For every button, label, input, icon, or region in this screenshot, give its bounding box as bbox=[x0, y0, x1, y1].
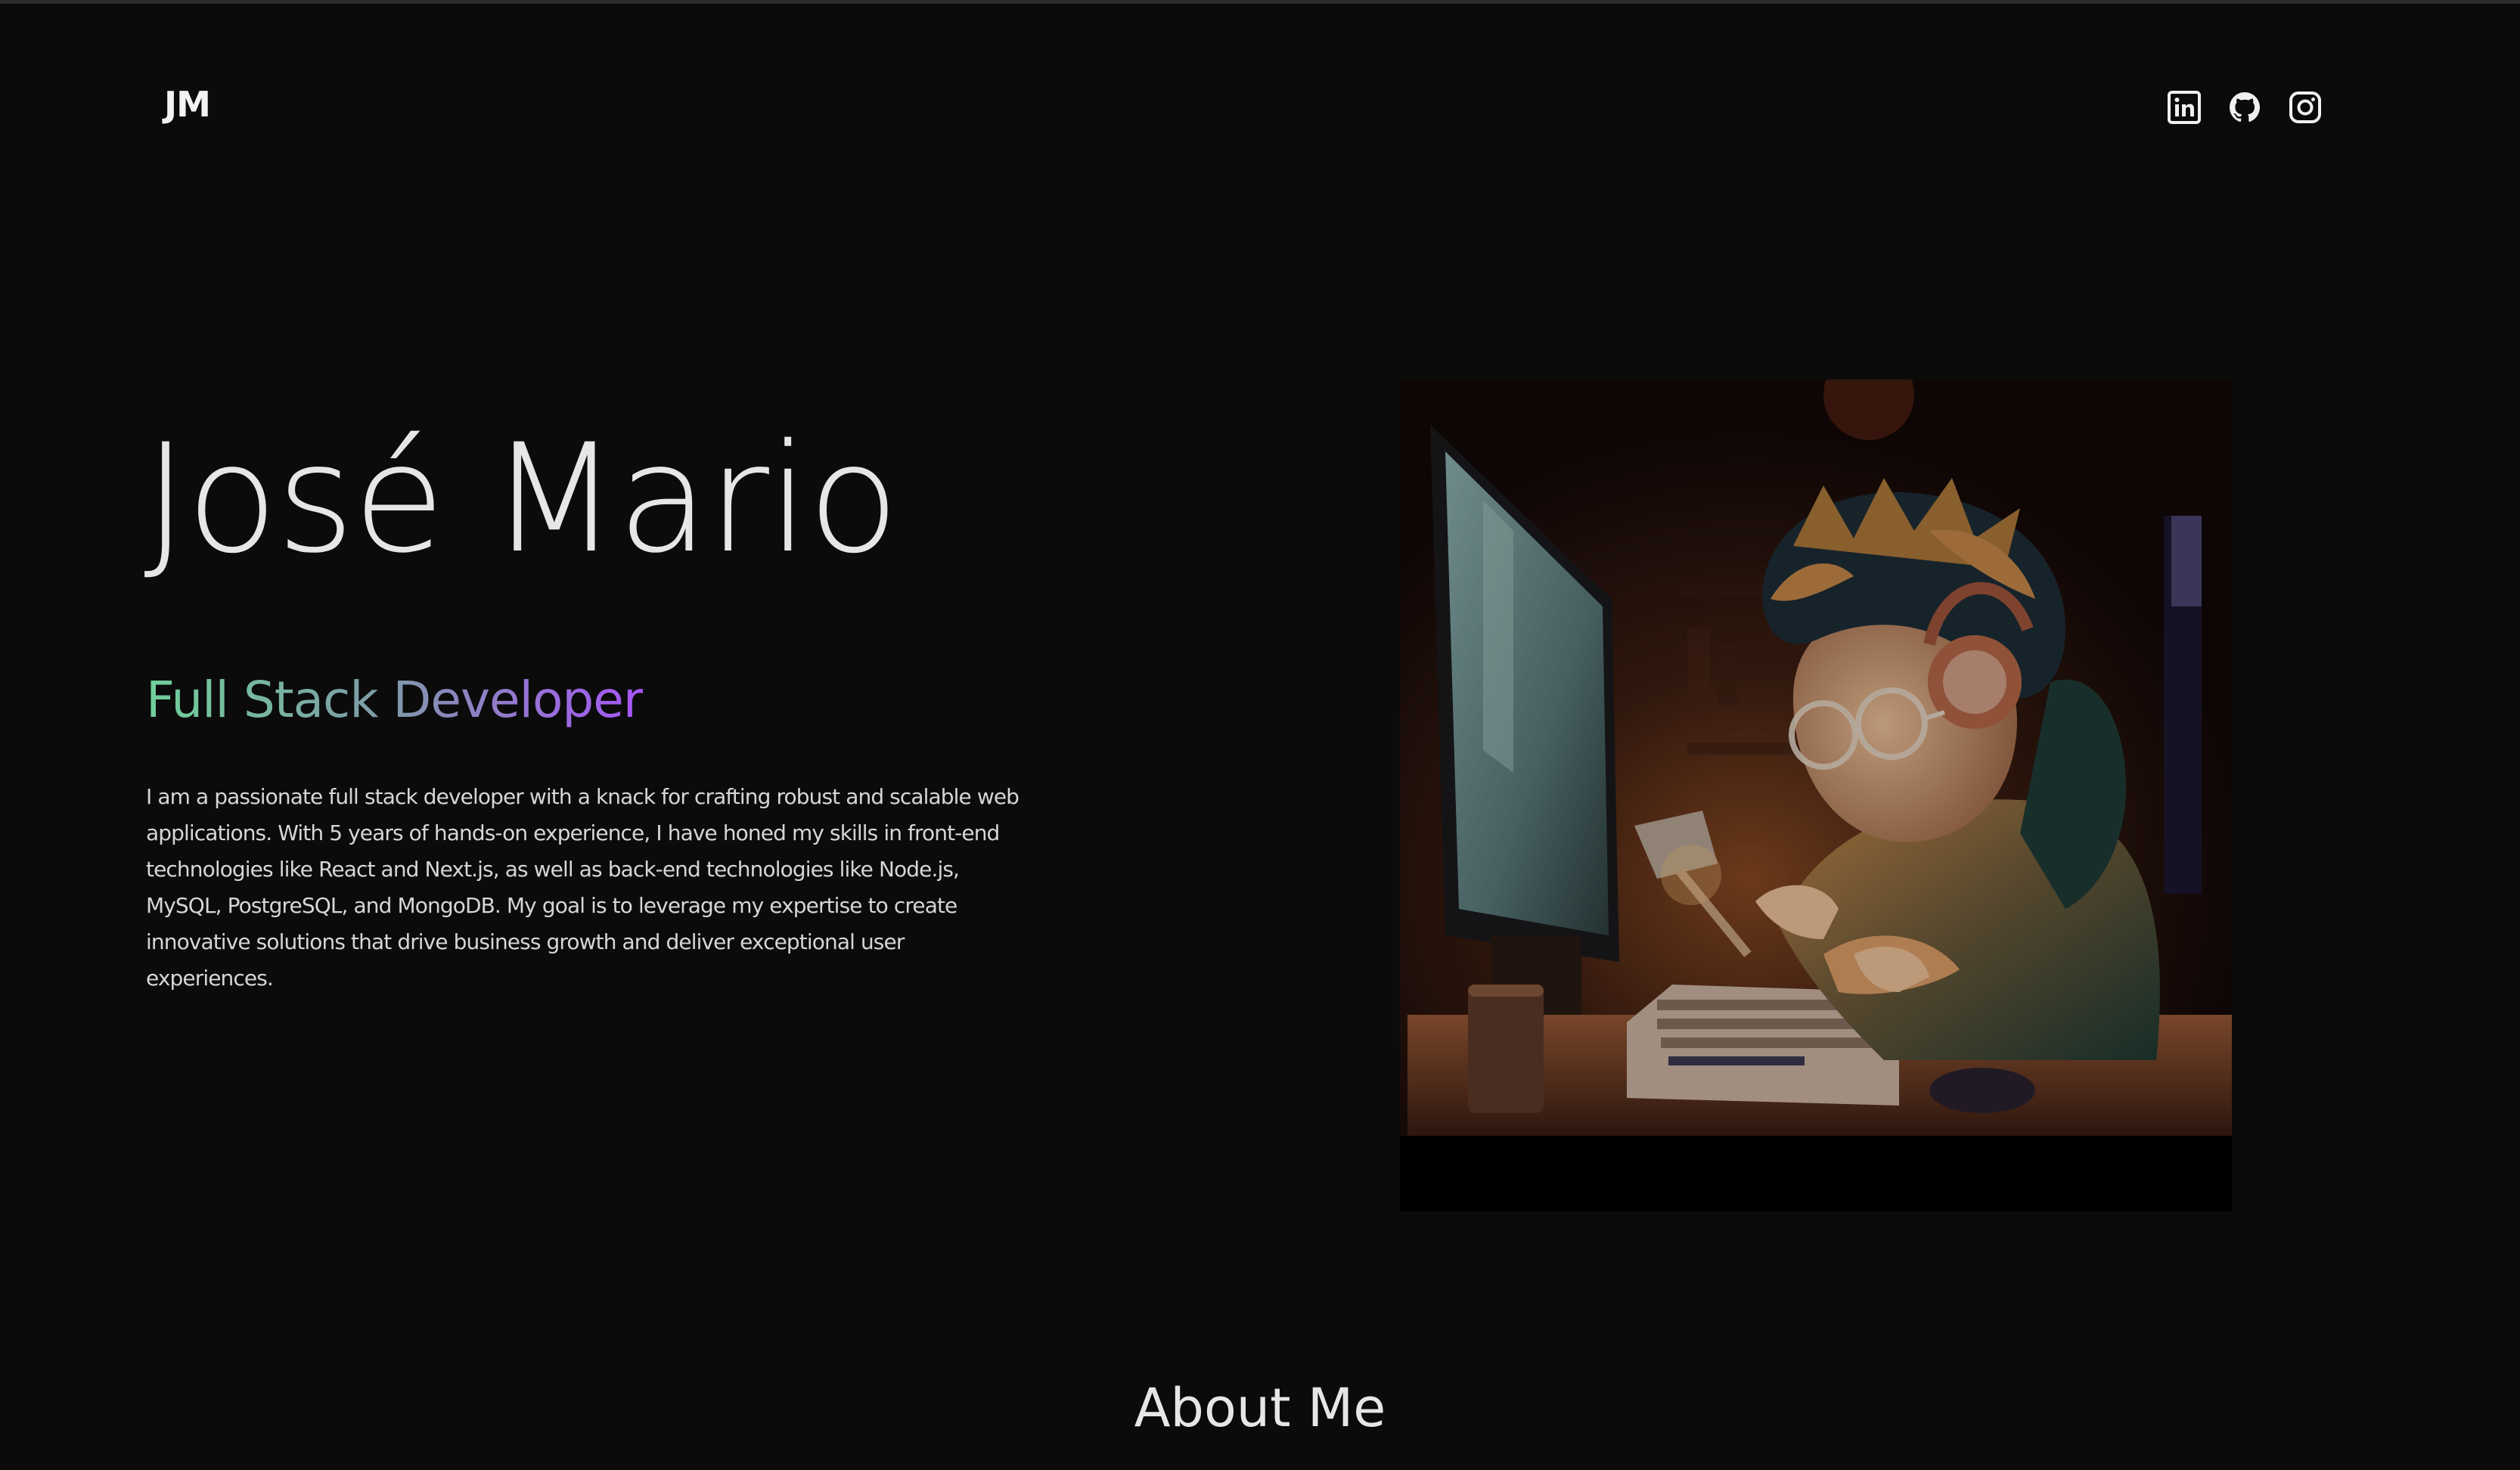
linkedin-link[interactable] bbox=[2165, 88, 2204, 127]
github-icon bbox=[2230, 92, 2260, 122]
hero-name: José Mario bbox=[144, 411, 899, 586]
hero-bio: I am a passionate full stack developer w… bbox=[146, 784, 1019, 991]
window-top-border bbox=[0, 0, 2520, 4]
instagram-link[interactable] bbox=[2286, 88, 2325, 127]
social-links bbox=[2165, 85, 2325, 130]
linkedin-icon bbox=[2168, 91, 2201, 124]
about-section-title: About Me bbox=[1134, 1377, 1386, 1439]
instagram-icon bbox=[2289, 91, 2321, 123]
hero-illustration bbox=[1400, 380, 2232, 1211]
github-link[interactable] bbox=[2225, 88, 2264, 127]
portfolio-page: JM José Mario Full Stack Developer I am … bbox=[0, 0, 2520, 1470]
site-logo[interactable]: JM bbox=[164, 83, 219, 126]
developer-illustration bbox=[1400, 380, 2232, 1211]
hero-role: Full Stack Developer bbox=[146, 662, 644, 738]
